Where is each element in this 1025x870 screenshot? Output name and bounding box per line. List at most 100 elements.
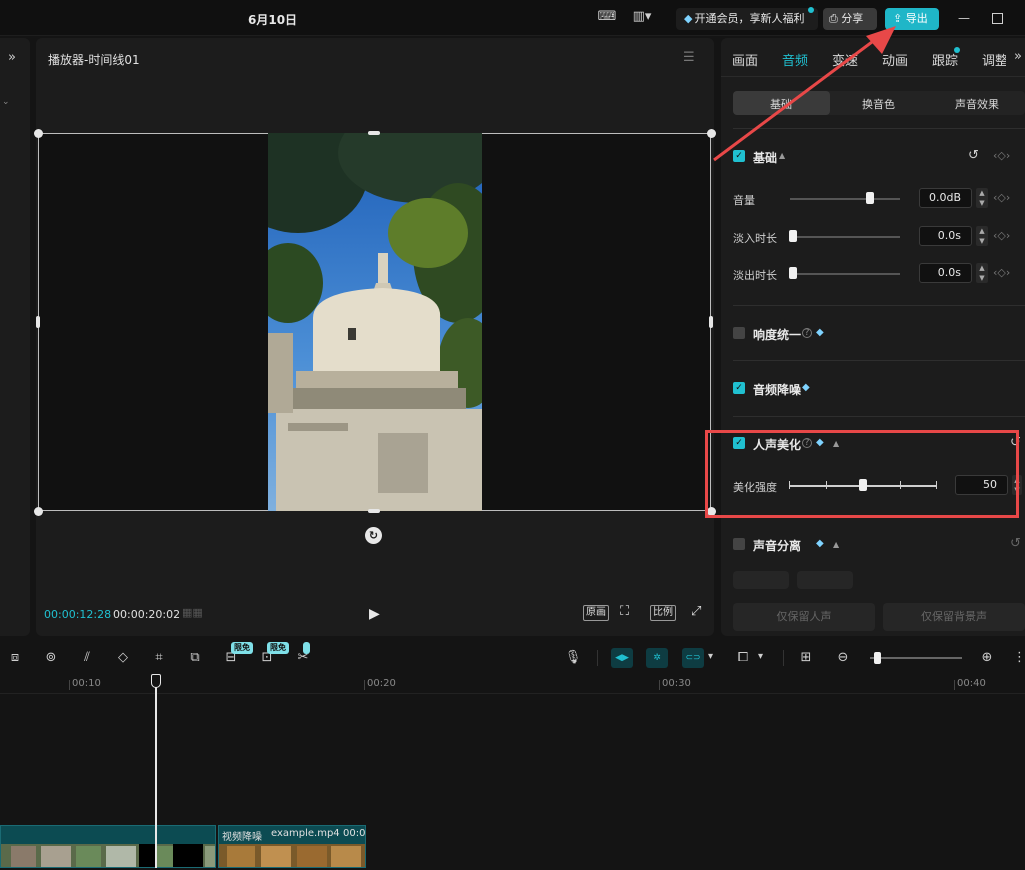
divider [783, 650, 784, 666]
keyframe-icon[interactable]: ‹◇› [993, 229, 1010, 242]
chevron-down-icon[interactable]: ▾ [708, 651, 713, 662]
more-icon[interactable]: ⋮ [1013, 650, 1025, 665]
collapse-icon[interactable]: ▲ [833, 540, 839, 549]
divider [733, 360, 1025, 361]
fadeout-slider-knob[interactable] [789, 267, 797, 279]
tab-adjust[interactable]: 调整 [982, 50, 1006, 69]
keyframe-icon[interactable]: ‹◇› [993, 191, 1010, 204]
resize-handle-right[interactable] [709, 316, 713, 328]
help-icon[interactable]: ? [802, 328, 812, 338]
ruler-tick [659, 680, 660, 690]
more-tabs-icon[interactable]: » [1014, 49, 1022, 64]
voice-separation-checkbox[interactable] [733, 538, 745, 550]
divider [733, 305, 1025, 306]
chevron-down-icon[interactable]: ⌄ [2, 97, 10, 107]
option-placeholder[interactable] [797, 571, 853, 589]
keep-voice-button[interactable]: 仅保留人声 [733, 603, 875, 631]
layout-icon[interactable]: ▥▾ [628, 9, 656, 25]
preview-axis-icon[interactable]: ⊞ [797, 650, 815, 665]
subtab-sound-effects[interactable]: 声音效果 [955, 96, 999, 112]
fadeout-stepper[interactable]: ▲ ▼ [976, 263, 988, 283]
clip-effect-label: 视频降噪 [222, 832, 262, 843]
keyframe-icon[interactable]: ‹◇› [993, 266, 1010, 279]
microphone-icon[interactable]: 🎙 [564, 650, 582, 665]
zoom-out-icon[interactable]: ⊖ [834, 650, 852, 665]
play-icon[interactable]: ▶ [369, 606, 380, 622]
clip-thumbnails [1, 844, 215, 867]
volume-stepper[interactable]: ▲ ▼ [976, 188, 988, 208]
main-track-magnet-button[interactable]: ◀▶ [611, 648, 633, 668]
fullscreen-icon[interactable]: ⤢ [691, 604, 701, 619]
minimize-button[interactable]: — [956, 11, 972, 25]
fadein-slider-track[interactable] [790, 236, 900, 238]
video-clip[interactable] [0, 825, 216, 868]
fadein-input[interactable]: 0.0s [919, 226, 972, 246]
volume-input[interactable]: 0.0dB [919, 188, 972, 208]
rotate-icon[interactable]: ◇ [114, 650, 132, 665]
loudness-label: 响度统一 [753, 328, 802, 342]
diamond-icon: ◆ [684, 12, 693, 25]
volume-slider-knob[interactable] [866, 192, 874, 204]
mirror-icon[interactable]: ⫽ [78, 650, 96, 665]
fullscreen-fit-icon[interactable]: ⛶ [620, 604, 629, 619]
limited-free-badge: 限免 [267, 642, 289, 654]
freeze-icon[interactable]: ⧉ [186, 650, 204, 665]
expand-panel-icon[interactable]: » [8, 50, 16, 65]
zoom-slider-knob[interactable] [874, 652, 881, 664]
ruler-tick [69, 680, 70, 690]
ruler-label: 00:20 [367, 678, 396, 689]
keep-background-button[interactable]: 仅保留背景声 [883, 603, 1025, 631]
keyframe-icon[interactable]: ‹◇› [993, 149, 1010, 162]
limited-free-badge: 限免 [231, 642, 253, 654]
playback-icon[interactable]: ⊚ [42, 650, 60, 665]
playhead-handle[interactable] [151, 674, 161, 688]
split-icon[interactable]: ⧠ [734, 650, 752, 665]
fadeout-input[interactable]: 0.0s [919, 263, 972, 283]
chevron-down-icon[interactable]: ▾ [758, 651, 763, 662]
divider [733, 416, 1025, 417]
resize-handle-bl[interactable] [34, 507, 43, 516]
denoise-checkbox[interactable]: ✓ [733, 382, 745, 394]
reset-icon[interactable]: ↺ [1010, 536, 1021, 551]
limited-free-badge [303, 642, 310, 654]
loudness-checkbox[interactable] [733, 327, 745, 339]
grid-icon[interactable]: ▦▦ [182, 606, 204, 620]
menu-icon[interactable]: ☰ [683, 50, 695, 65]
fadein-stepper[interactable]: ▲ ▼ [976, 226, 988, 246]
left-panel [0, 38, 30, 636]
diamond-icon: ◆ [802, 382, 810, 393]
fadein-slider-knob[interactable] [789, 230, 797, 242]
ruler-label: 00:10 [72, 678, 101, 689]
zoom-slider-track[interactable] [870, 657, 962, 659]
voice-separation-title: 声音分离 [753, 539, 802, 553]
aspect-ratio-button[interactable]: 比例 [650, 605, 676, 621]
keyboard-icon[interactable]: ⌨ [597, 9, 617, 25]
option-placeholder[interactable] [733, 571, 789, 589]
rotate-icon[interactable]: ↻ [365, 527, 382, 544]
maximize-button[interactable] [992, 13, 1003, 24]
crop-icon[interactable]: ⌗ [150, 650, 168, 665]
clip-duration: 00:00 [343, 828, 365, 839]
fadeout-label: 淡出时长 [733, 269, 777, 282]
resize-handle-tl[interactable] [34, 129, 43, 138]
tab-notification-dot [954, 47, 960, 53]
denoise-label: 音频降噪 [753, 383, 802, 397]
resize-handle-top[interactable] [368, 131, 380, 135]
player-title: 播放器-时间线01 [48, 53, 140, 67]
reset-icon[interactable]: ↺ [968, 148, 979, 163]
resize-handle-bottom[interactable] [368, 509, 380, 513]
auto-snap-button[interactable]: ✲ [646, 648, 668, 668]
zoom-in-icon[interactable]: ⊕ [978, 650, 996, 665]
resize-handle-left[interactable] [36, 316, 40, 328]
link-button[interactable]: ⊂⊃ [682, 648, 704, 668]
ruler-tick [954, 680, 955, 690]
select-icon[interactable]: ⧈ [6, 650, 24, 665]
fadeout-slider-track[interactable] [790, 273, 900, 275]
tab-tracking[interactable]: 跟踪 [932, 50, 958, 69]
video-frame [268, 133, 482, 511]
playhead[interactable] [155, 674, 157, 868]
original-quality-button[interactable]: 原画 [583, 605, 609, 621]
ruler-tick [364, 680, 365, 690]
clip-filename: example.mp4 [271, 828, 340, 839]
volume-slider-track[interactable] [790, 198, 900, 200]
